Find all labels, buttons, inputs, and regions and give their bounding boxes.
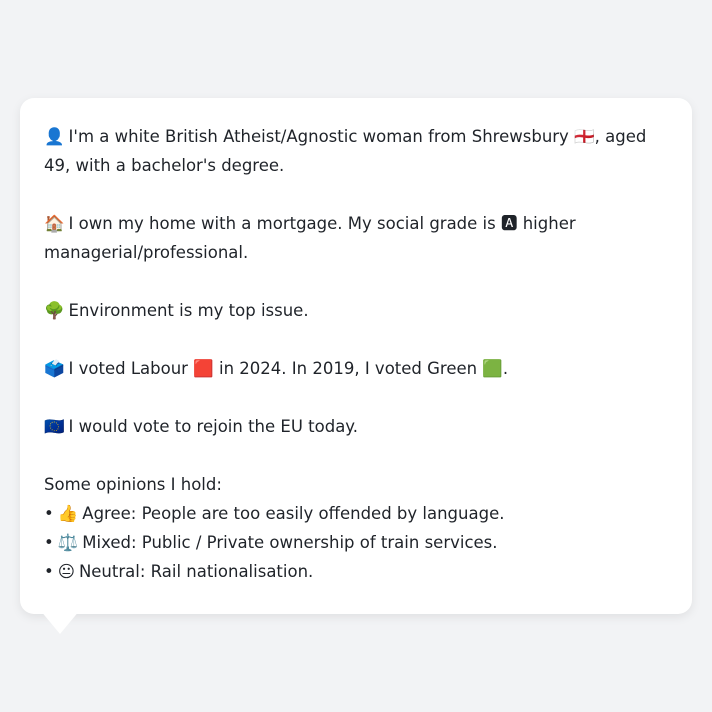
- house-icon: 🏠: [44, 214, 65, 233]
- eu-flag-icon: 🇪🇺: [44, 417, 65, 436]
- home-line: 🏠 I own my home with a mortgage. My socia…: [44, 209, 668, 267]
- opinion-text: Neutral: Rail nationalisation.: [78, 562, 314, 581]
- opinion-text: Mixed: Public / Private ownership of tra…: [82, 533, 498, 552]
- identity-line: 👤 I'm a white British Atheist/Agnostic wo…: [44, 122, 668, 180]
- vote-line: 🗳️ I voted Labour 🟥 in 2024. In 2019, I v…: [44, 354, 668, 383]
- issue-text: Environment is my top issue.: [68, 301, 309, 320]
- identity-text: I'm a white British Atheist/Agnostic wom…: [44, 127, 647, 175]
- opinion-text: Agree: People are too easily offended by…: [82, 504, 505, 523]
- opinion-item: • 😐 Neutral: Rail nationalisation.: [44, 557, 668, 586]
- bullet-dot: •: [44, 562, 54, 581]
- person-icon: 👤: [44, 127, 65, 146]
- neutral-face-icon: 😐: [57, 562, 75, 581]
- opinion-item: • ⚖️ Mixed: Public / Private ownership of …: [44, 528, 668, 557]
- home-text: I own my home with a mortgage. My social…: [44, 214, 576, 262]
- opinions-heading: Some opinions I hold:: [44, 475, 222, 494]
- issue-line: 🌳 Environment is my top issue.: [44, 296, 668, 325]
- bullet-dot: •: [44, 533, 54, 552]
- speech-bubble-tail: [40, 610, 80, 634]
- vote-text: I voted Labour 🟥 in 2024. In 2019, I vot…: [68, 359, 509, 378]
- opinions-section: Some opinions I hold: • 👍 Agree: People ar…: [44, 470, 668, 586]
- scales-icon: ⚖️: [57, 533, 79, 552]
- eu-line: 🇪🇺 I would vote to rejoin the EU today.: [44, 412, 668, 441]
- bullet-dot: •: [44, 504, 54, 523]
- persona-card: 👤 I'm a white British Atheist/Agnostic wo…: [20, 98, 692, 614]
- eu-text: I would vote to rejoin the EU today.: [68, 417, 358, 436]
- ballot-box-icon: 🗳️: [44, 359, 65, 378]
- opinion-item: • 👍 Agree: People are too easily offended …: [44, 499, 668, 528]
- thumbs-up-icon: 👍: [57, 504, 79, 523]
- tree-icon: 🌳: [44, 301, 65, 320]
